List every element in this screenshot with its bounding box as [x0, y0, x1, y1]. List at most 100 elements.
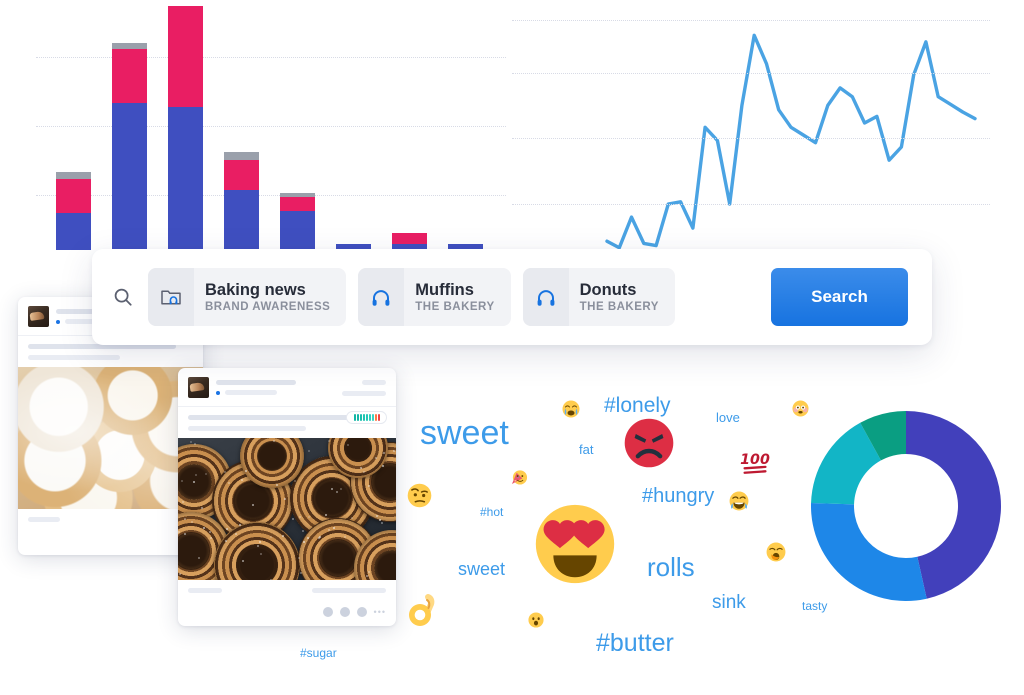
word-cloud-term[interactable]: #lonely [604, 395, 671, 416]
headphones-icon [358, 268, 404, 326]
social-card-front[interactable]: ••• [178, 368, 396, 626]
word-cloud-term[interactable]: sweet [420, 416, 509, 450]
collage-stage: ••• Baking news BRAND AWARENESS Muffins … [0, 0, 1024, 695]
skeleton-line [188, 588, 222, 593]
word-cloud-term[interactable]: #hungry [642, 486, 714, 506]
bar-segment-blue [224, 190, 259, 250]
sugar-speck [381, 522, 383, 524]
sugar-speck [318, 537, 320, 539]
bar-segment-blue [280, 211, 315, 250]
word-cloud-term[interactable]: #butter [596, 631, 674, 656]
chip-text: Donuts THE BAKERY [569, 281, 675, 314]
sugar-speck [333, 527, 335, 529]
sugar-speck [225, 540, 227, 542]
word-cloud-term[interactable]: #hot [480, 506, 503, 518]
yawning-face-emoji [766, 542, 786, 562]
headphones-icon [523, 268, 569, 326]
sugar-speck [245, 470, 247, 472]
card-header-meta [216, 390, 335, 395]
gridline [36, 57, 506, 58]
word-cloud-term[interactable]: sink [712, 593, 746, 612]
partying-face-emoji [511, 468, 528, 485]
sugar-speck [179, 573, 181, 575]
donut-chart-svg [806, 406, 1006, 606]
search-chip-muffins[interactable]: Muffins THE BAKERY [358, 268, 510, 326]
bar-segment-pink [112, 49, 147, 103]
sugar-speck [308, 516, 310, 518]
folder-headphones-icon [148, 268, 194, 326]
donut-slice-2[interactable] [811, 503, 927, 601]
bar-stack [224, 152, 259, 250]
carousel-more-icon[interactable]: ••• [374, 608, 386, 617]
skeleton-line [342, 391, 386, 396]
gridline [512, 138, 990, 139]
card-body-text [178, 407, 396, 438]
sentiment-gauge-badge [346, 411, 387, 424]
sugar-speck [198, 557, 200, 559]
search-chip-baking-news[interactable]: Baking news BRAND AWARENESS [148, 268, 346, 326]
avatar [188, 377, 209, 398]
word-cloud-term[interactable]: rolls [647, 554, 695, 580]
bar-segment-pink [56, 179, 91, 214]
sugar-speck [328, 529, 330, 531]
bar-segment-blue [112, 103, 147, 250]
gridline [512, 204, 990, 205]
card-header [178, 368, 396, 407]
bar-stack [392, 233, 427, 250]
bar-stack [56, 172, 91, 250]
sugar-speck [363, 471, 365, 473]
sugar-speck [276, 484, 278, 486]
raised-eyebrow-emoji [407, 483, 432, 508]
sugar-speck [393, 450, 395, 452]
bar-segment-gray [56, 172, 91, 179]
carousel-dot[interactable] [340, 607, 350, 617]
chip-title: Muffins [415, 281, 494, 300]
sugar-speck [184, 533, 186, 535]
sugar-speck [347, 444, 349, 446]
sugar-speck [282, 535, 284, 537]
verified-dot-icon [216, 391, 220, 395]
word-cloud-term[interactable]: love [716, 411, 740, 424]
verified-dot-icon [56, 320, 60, 324]
search-icon[interactable] [110, 286, 136, 308]
bar-segment-pink [392, 233, 427, 245]
sugar-speck [366, 575, 368, 577]
skeleton-line [28, 355, 120, 360]
word-cloud: sweet #lonely love fat #hungry #hot sweet rolls… [398, 378, 828, 678]
bar-segment-pink [168, 6, 203, 107]
sugar-speck [270, 579, 272, 580]
word-cloud-term[interactable]: fat [579, 443, 593, 456]
chip-title: Baking news [205, 281, 330, 300]
search-chip-donuts[interactable]: Donuts THE BAKERY [523, 268, 675, 326]
gridline [36, 195, 506, 196]
bar-stack [280, 193, 315, 250]
carousel-dots[interactable]: ••• [178, 601, 396, 626]
chip-text: Baking news BRAND AWARENESS [194, 281, 346, 314]
line-chart [512, 20, 990, 250]
donut-chart [806, 406, 1006, 606]
bar-segment-blue [168, 107, 203, 250]
gridline [36, 126, 506, 127]
skeleton-line [225, 390, 277, 395]
angry-face-emoji [624, 418, 674, 468]
carousel-dot[interactable] [357, 607, 367, 617]
sugar-speck [209, 531, 211, 533]
loudly-crying-emoji [562, 400, 580, 418]
hundred-points-emoji: 100 [739, 446, 771, 478]
sugar-speck [284, 498, 286, 500]
search-button[interactable]: Search [771, 268, 908, 326]
avatar [28, 306, 49, 327]
sugar-speck [242, 560, 244, 562]
svg-text:100: 100 [740, 452, 770, 468]
sugar-speck [302, 530, 304, 532]
sugar-speck [294, 480, 296, 482]
gridline [512, 73, 990, 74]
search-bar[interactable]: Baking news BRAND AWARENESS Muffins THE … [92, 249, 932, 345]
line-chart-svg [512, 20, 990, 250]
bar-segment-pink [280, 197, 315, 211]
word-cloud-term[interactable]: sweet [458, 560, 505, 578]
carousel-dot[interactable] [323, 607, 333, 617]
smiling-face-heart-eyes-emoji [534, 503, 616, 585]
cinnamon-rolls-photo [178, 438, 396, 580]
chip-subtitle: BRAND AWARENESS [205, 301, 330, 313]
